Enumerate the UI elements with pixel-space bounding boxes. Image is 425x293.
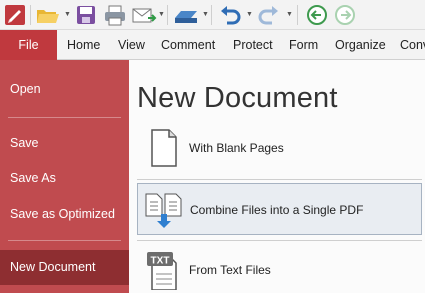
sidebar-item-save-as-optimized[interactable]: Save as Optimized	[0, 203, 129, 225]
text-file-icon: TXT	[143, 250, 183, 291]
new-document-panel: New Document With Blank Pages Combine Fi…	[129, 60, 425, 293]
print-icon[interactable]	[102, 3, 128, 27]
ribbon-tab-bar: File Home View Comment Protect Form Orga…	[0, 30, 425, 60]
tab-protect[interactable]: Protect	[233, 30, 273, 60]
undo-dropdown-arrow-icon[interactable]: ▼	[246, 11, 253, 18]
open-folder-icon[interactable]	[35, 3, 61, 27]
blank-pages-option[interactable]: With Blank Pages	[137, 122, 422, 174]
sidebar-item-save-as[interactable]: Save As	[0, 167, 129, 189]
tab-file[interactable]: File	[0, 30, 57, 60]
tab-organize[interactable]: Organize	[335, 30, 386, 60]
option-divider	[137, 240, 422, 241]
tab-form[interactable]: Form	[289, 30, 318, 60]
tab-convert[interactable]: Conv	[400, 30, 425, 60]
option-label: With Blank Pages	[189, 141, 284, 155]
tab-view[interactable]: View	[118, 30, 145, 60]
undo-icon[interactable]	[217, 3, 243, 27]
toolbar-separator	[167, 5, 168, 25]
blank-page-icon	[143, 128, 183, 168]
sidebar-divider	[8, 240, 121, 241]
quick-access-toolbar: ▼ ▼ ▼ ▼ ▼	[0, 0, 425, 30]
toolbar-separator	[30, 5, 31, 25]
open-dropdown-arrow-icon[interactable]: ▼	[64, 11, 71, 18]
email-dropdown-arrow-icon[interactable]: ▼	[158, 11, 165, 18]
sidebar-divider	[8, 117, 121, 118]
sidebar-item-open[interactable]: Open	[0, 78, 129, 100]
scan-icon[interactable]	[172, 3, 200, 27]
back-arrow-icon[interactable]	[304, 3, 330, 27]
sidebar-item-save[interactable]: Save	[0, 132, 129, 154]
svg-text:TXT: TXT	[151, 256, 170, 267]
option-label: From Text Files	[189, 263, 271, 277]
backstage-sidebar: Open Save Save As Save as Optimized New …	[0, 60, 129, 293]
combine-files-option[interactable]: Combine Files into a Single PDF	[137, 183, 422, 235]
option-label: Combine Files into a Single PDF	[190, 203, 364, 217]
save-icon[interactable]	[74, 3, 98, 27]
combine-files-icon	[144, 190, 184, 230]
tab-comment[interactable]: Comment	[161, 30, 215, 60]
option-divider	[137, 179, 422, 180]
forward-arrow-icon[interactable]	[332, 3, 358, 27]
redo-dropdown-arrow-icon[interactable]: ▼	[286, 11, 293, 18]
app-logo-icon[interactable]	[3, 3, 27, 27]
sidebar-item-new-document[interactable]: New Document	[0, 250, 129, 285]
scan-dropdown-arrow-icon[interactable]: ▼	[202, 11, 209, 18]
tab-home[interactable]: Home	[67, 30, 100, 60]
toolbar-separator	[211, 5, 212, 25]
redo-icon[interactable]	[256, 3, 282, 27]
email-icon[interactable]	[131, 3, 157, 27]
toolbar-separator	[297, 5, 298, 25]
text-files-option[interactable]: TXT From Text Files	[137, 244, 422, 293]
page-title: New Document	[137, 82, 338, 114]
